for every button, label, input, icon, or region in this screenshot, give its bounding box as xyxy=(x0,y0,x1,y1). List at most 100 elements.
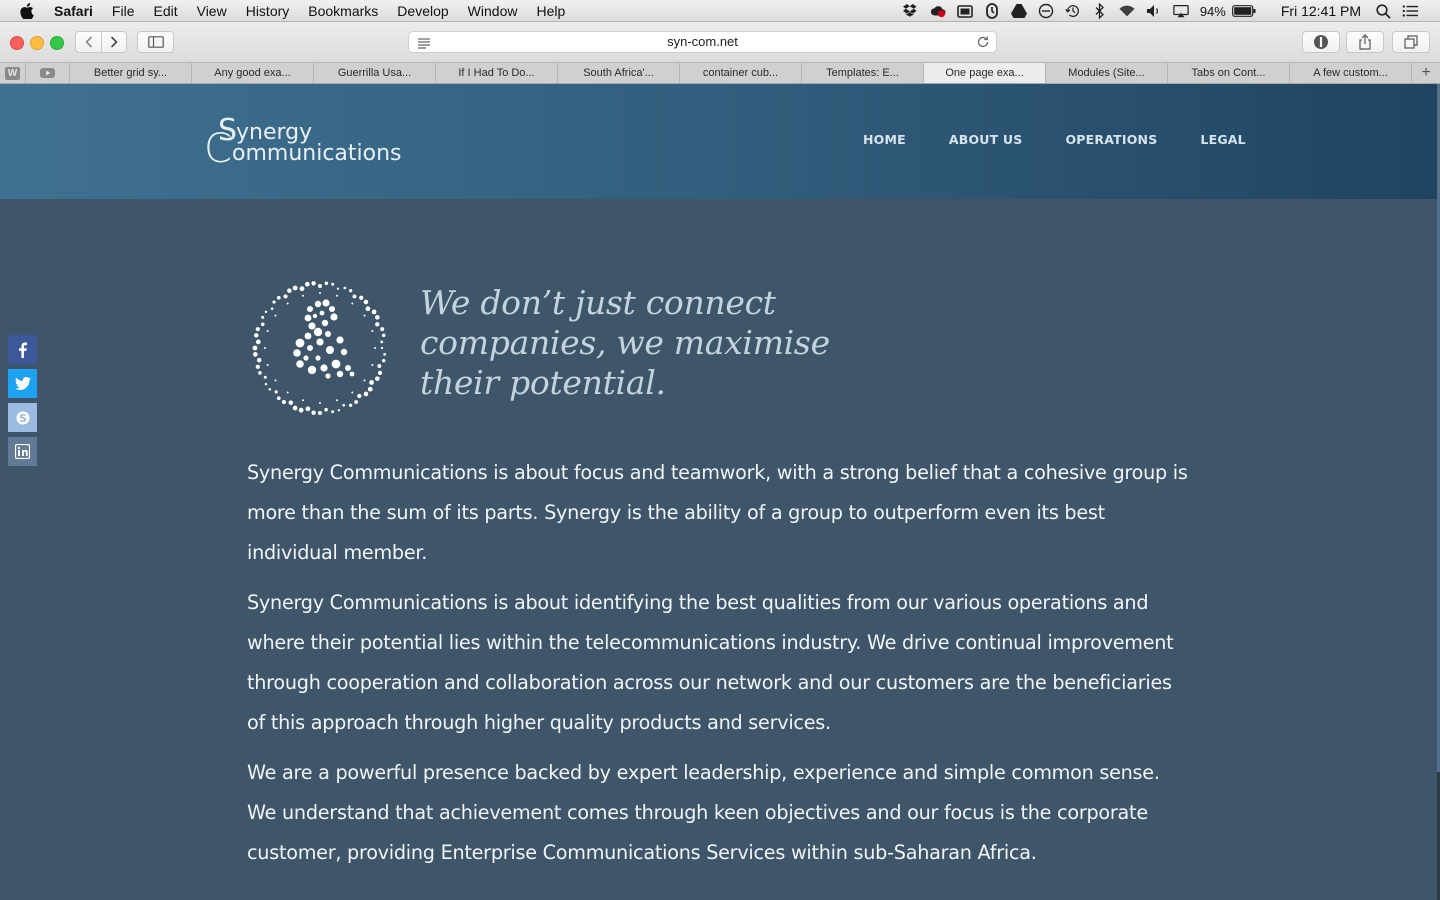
emblem-ring-dot xyxy=(343,286,347,290)
emblem-ring-dot xyxy=(264,347,266,349)
emblem-ring-dot xyxy=(286,302,289,305)
emblem-ring-dot xyxy=(281,399,286,405)
emblem-ring-dot xyxy=(298,407,304,413)
emblem-ring-dot xyxy=(311,281,316,286)
emblem-ring-dot xyxy=(363,391,369,397)
wifi-icon[interactable] xyxy=(1119,3,1135,19)
window-minimize-button[interactable] xyxy=(30,36,44,50)
show-tabs-button[interactable] xyxy=(1392,31,1430,53)
emblem-ring-dot xyxy=(304,281,310,287)
emblem-ring-dot xyxy=(375,322,380,327)
emblem-ring-dot xyxy=(287,288,292,293)
linkedin-share-button[interactable] xyxy=(8,437,37,466)
emblem-ring-dot xyxy=(276,295,281,300)
tab[interactable]: Better grid sy... xyxy=(70,63,192,83)
battery-icon[interactable] xyxy=(1231,3,1256,19)
emblem-ring-dot xyxy=(319,402,321,404)
emblem-ampersand-dot xyxy=(321,319,329,327)
sync-circle-icon[interactable] xyxy=(1038,3,1054,19)
reload-icon[interactable] xyxy=(976,35,990,54)
emblem-ring-dot xyxy=(311,410,316,415)
emblem-ring-dot xyxy=(319,292,321,294)
emblem-ring-dot xyxy=(336,287,340,290)
time-machine-icon[interactable] xyxy=(1065,3,1081,19)
creative-cloud-icon[interactable] xyxy=(930,3,946,19)
emblem-ring-dot xyxy=(302,399,304,402)
menu-app-name[interactable]: Safari xyxy=(54,0,93,22)
tab[interactable]: Tabs on Cont... xyxy=(1168,63,1290,83)
pinned-tab-w[interactable]: W xyxy=(0,63,26,83)
skype-icon: S xyxy=(16,411,29,425)
emblem-ring-dot xyxy=(274,314,277,317)
emblem-ring-dot xyxy=(266,330,269,332)
new-tab-button[interactable]: + xyxy=(1412,63,1440,83)
facebook-share-button[interactable] xyxy=(8,335,37,364)
tab[interactable]: Guerrilla Usa... xyxy=(314,63,436,83)
emblem-ampersand-dot xyxy=(315,355,321,361)
emblem-ring-dot xyxy=(336,399,338,402)
emblem-ampersand-dot xyxy=(320,364,328,372)
emblem-ampersand-dot xyxy=(345,365,351,371)
synergy-logo[interactable]: S ynergy C ommunications xyxy=(204,112,434,172)
tab[interactable]: Any good exa... xyxy=(192,63,314,83)
bluetooth-icon[interactable] xyxy=(1092,3,1108,19)
tab[interactable]: South Africa'... xyxy=(558,63,680,83)
apple-menu-icon[interactable] xyxy=(20,2,38,19)
address-bar[interactable]: syn-com.net xyxy=(408,31,997,53)
emblem-ampersand-dot xyxy=(349,371,355,377)
pinned-tab-youtube[interactable] xyxy=(26,63,70,83)
emblem-ampersand-dot xyxy=(326,346,334,354)
emblem-ring-dot xyxy=(276,396,281,401)
wordpress-icon: W xyxy=(5,66,20,80)
emblem-ring-dot xyxy=(342,403,346,407)
menu-help[interactable]: Help xyxy=(536,0,565,22)
spotlight-search-icon[interactable] xyxy=(1375,3,1391,19)
emblem-ring-dot xyxy=(369,380,374,385)
airplay-icon[interactable] xyxy=(1173,3,1189,19)
tab[interactable]: A few custom... xyxy=(1290,63,1412,83)
emblem-ring-dot xyxy=(375,315,380,320)
nav-home[interactable]: HOME xyxy=(863,132,906,147)
window-close-button[interactable] xyxy=(10,36,24,50)
timer-icon[interactable] xyxy=(984,3,1000,19)
google-drive-icon[interactable] xyxy=(1010,3,1027,19)
extension-button[interactable] xyxy=(1302,31,1340,53)
share-button[interactable] xyxy=(1346,31,1384,53)
volume-icon[interactable] xyxy=(1146,3,1162,19)
tab[interactable]: Modules (Site... xyxy=(1046,63,1168,83)
forward-button[interactable] xyxy=(101,31,127,53)
nav-legal[interactable]: LEGAL xyxy=(1200,132,1245,147)
emblem-ring-dot xyxy=(317,410,323,416)
menu-edit[interactable]: Edit xyxy=(153,0,177,22)
window-zoom-button[interactable] xyxy=(50,36,64,50)
menu-file[interactable]: File xyxy=(112,0,135,22)
emblem-ring-dot xyxy=(371,330,374,332)
menu-view[interactable]: View xyxy=(197,0,227,22)
tab[interactable]: container cub... xyxy=(680,63,802,83)
tab[interactable]: Templates: E... xyxy=(802,63,924,83)
sidebar-toggle-button[interactable] xyxy=(137,31,174,53)
window-icon[interactable] xyxy=(957,3,973,19)
emblem-ring-dot xyxy=(383,352,387,356)
site-header: S ynergy C ommunications HOME ABOUT US O… xyxy=(0,84,1437,199)
menu-bar: Safari File Edit View History Bookmarks … xyxy=(0,0,1440,22)
nav-operations[interactable]: OPERATIONS xyxy=(1065,132,1157,147)
emblem-ring-dot xyxy=(371,309,377,315)
notification-center-icon[interactable] xyxy=(1402,3,1418,19)
menubar-clock[interactable]: Fri 12:41 PM xyxy=(1281,3,1361,19)
menu-window[interactable]: Window xyxy=(468,0,518,22)
menu-history[interactable]: History xyxy=(246,0,290,22)
emblem-ampersand-dot xyxy=(312,313,318,319)
menu-bookmarks[interactable]: Bookmarks xyxy=(308,0,378,22)
back-button[interactable] xyxy=(75,31,101,53)
dropbox-icon[interactable] xyxy=(902,3,919,19)
url-text: syn-com.net xyxy=(667,34,738,49)
emblem-ring-dot xyxy=(258,371,262,375)
emblem-ring-dot xyxy=(299,286,305,292)
skype-share-button[interactable]: S xyxy=(8,403,37,432)
menu-develop[interactable]: Develop xyxy=(397,0,448,22)
twitter-share-button[interactable] xyxy=(8,369,37,398)
nav-about-us[interactable]: ABOUT US xyxy=(949,132,1023,147)
tab-active[interactable]: One page exa... xyxy=(924,63,1046,83)
tab[interactable]: If I Had To Do... xyxy=(436,63,558,83)
